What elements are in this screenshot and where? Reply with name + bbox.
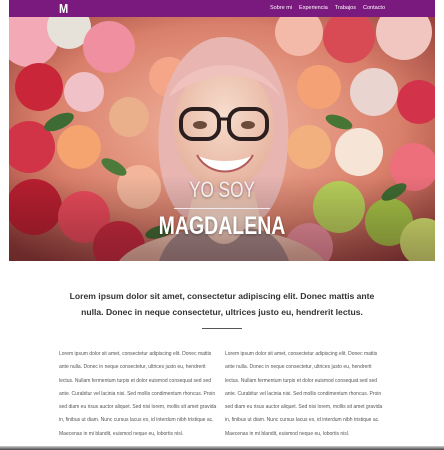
nav-link-trabajos[interactable]: Trabajos bbox=[335, 0, 356, 17]
text-column-right: Lorem ipsum dolor sit amet, consectetur … bbox=[225, 351, 383, 437]
bottom-edge bbox=[0, 446, 444, 450]
hero-greeting: YO SOY bbox=[189, 177, 255, 202]
nav-link-contacto[interactable]: Contacto bbox=[363, 0, 385, 17]
hero-banner: YO SOY MAGDALENA bbox=[9, 17, 435, 261]
intro-text: Lorem ipsum dolor sit amet, consectetur … bbox=[69, 291, 375, 317]
site-logo[interactable]: M bbox=[59, 1, 68, 16]
nav-links: Sobre mi Experiencia Trabajos Contacto bbox=[270, 0, 385, 17]
navbar: M Sobre mi Experiencia Trabajos Contacto bbox=[9, 0, 435, 17]
hero-name: MAGDALENA bbox=[158, 212, 286, 240]
text-column-left: Lorem ipsum dolor sit amet, consectetur … bbox=[59, 351, 217, 437]
page: M Sobre mi Experiencia Trabajos Contacto bbox=[0, 0, 444, 450]
hero-divider bbox=[174, 208, 270, 209]
nav-link-experiencia[interactable]: Experiencia bbox=[299, 0, 328, 17]
intro-divider bbox=[202, 328, 242, 329]
hero-text: YO SOY MAGDALENA bbox=[9, 17, 435, 261]
nav-link-sobre-mi[interactable]: Sobre mi bbox=[270, 0, 292, 17]
